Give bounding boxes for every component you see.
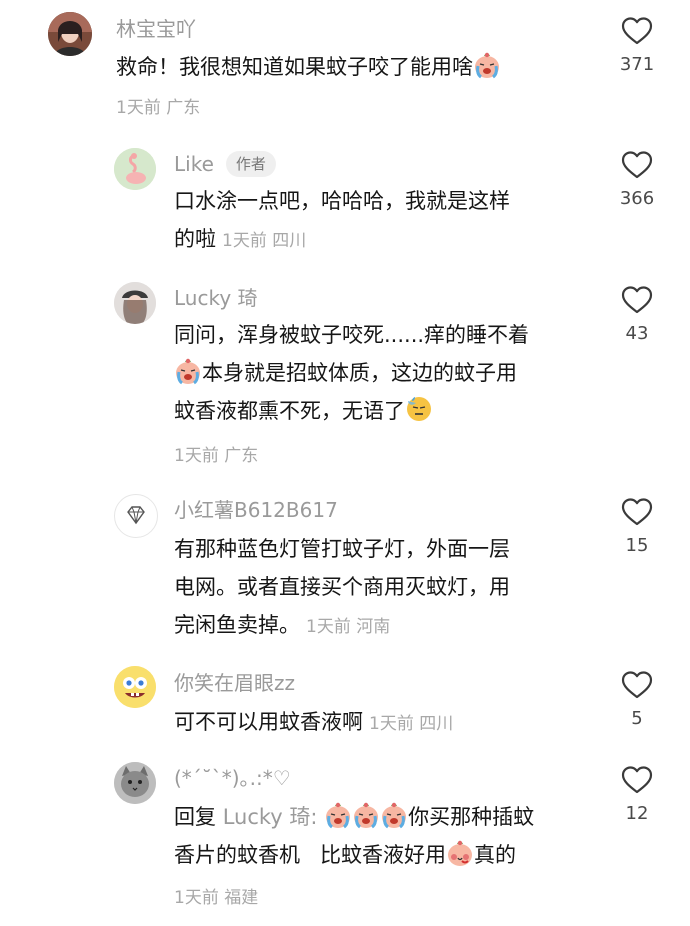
like-button[interactable]: 371 [612,16,662,76]
comment-text-line: 电网。或者直接买个商用灭蚊灯，用 [174,575,510,599]
crying-emoji-icon [473,51,501,79]
comment-text-content: 本身就是招蚊体质，这边的蚊子用 [202,361,517,385]
comment-text-content: 的啦 [174,227,216,251]
comment-text-line: 有那种蓝色灯管打蚊子灯，外面一层 [174,537,510,561]
crying-emoji-icon [352,801,380,829]
comment-text-line: 完闲鱼卖掉。 1天前 河南 [174,606,604,646]
comment-username[interactable]: 你笑在眉眼zz [174,670,295,696]
comment-text: 回复 Lucky 琦: 你买那种插蚊 香片的蚊香机 比蚊香液好用 真的 [174,798,614,874]
comment-text-line: 回复 Lucky 琦: 你买那种插蚊 [174,798,614,836]
comment-username[interactable]: 林宝宝吖 [116,16,196,42]
comment-text: 同问，浑身被蚊子咬死......痒的睡不着 本身就是招蚊体质，这边的蚊子用 蚊香… [174,316,614,430]
comment-username[interactable]: Like 作者 [174,151,276,177]
girl-cap-avatar[interactable] [114,282,156,324]
comment-meta: 1天前 广东 [174,446,259,466]
comment-meta: 1天前 广东 [116,98,201,118]
comment-text-content: 可不可以用蚊香液啊 [174,710,363,734]
sweat-emoji-icon [405,395,433,423]
comment-username[interactable]: (*ˊ˘ˋ*)｡.:*♡ [174,765,291,791]
comment-text-content: 救命！我很想知道如果蚊子咬了能用啥 [116,55,473,79]
comment-meta: 1天前 河南 [306,617,391,637]
like-count: 5 [631,708,643,729]
diamond-avatar[interactable] [114,494,158,538]
heart-icon[interactable] [620,670,654,700]
like-count: 15 [625,535,649,556]
comment-text-content: 你买那种插蚊 [408,805,535,829]
comment-text-content: 真的 [474,843,517,867]
heart-icon[interactable] [620,765,654,795]
like-button[interactable]: 43 [612,285,662,345]
comment-text-content: 香片的蚊香机 比蚊香液好用 [174,843,447,867]
heart-icon[interactable] [620,16,654,46]
author-badge: 作者 [225,151,276,177]
crying-emoji-icon [380,801,408,829]
comment-text-content: 完闲鱼卖掉。 [174,613,300,637]
user-photo-avatar[interactable] [48,12,92,56]
like-button[interactable]: 15 [612,497,662,557]
like-count: 366 [619,188,655,209]
heart-icon[interactable] [620,497,654,527]
cat-avatar[interactable] [114,762,156,804]
like-button[interactable]: 12 [612,765,662,825]
like-count: 43 [625,323,649,344]
crying-emoji-icon [324,801,352,829]
comment-text-line: 口水涂一点吧，哈哈哈，我就是这样 [174,189,510,213]
comment-text: 可不可以用蚊香液啊 1天前 四川 [174,703,604,743]
comment-text-line: 的啦 1天前 四川 [174,220,604,260]
comment-text-line: 同问，浑身被蚊子咬死......痒的睡不着 [174,323,530,347]
flamingo-avatar[interactable] [114,148,156,190]
comment-meta: 1天前 福建 [174,888,259,908]
comment-username[interactable]: Lucky 琦 [174,285,258,311]
comment-text-line: 香片的蚊香机 比蚊香液好用 真的 [174,836,614,874]
spongebob-avatar[interactable] [114,666,156,708]
like-button[interactable]: 366 [612,150,662,210]
comment-meta: 1天前 四川 [369,714,454,734]
comment-text: 救命！我很想知道如果蚊子咬了能用啥 [116,48,546,86]
like-button[interactable]: 5 [612,670,662,730]
comment-text-line: 蚊香液都熏不死，无语了 [174,392,614,430]
shy-emoji-icon [446,839,474,867]
comment-text-content: 蚊香液都熏不死，无语了 [174,399,405,423]
like-count: 371 [619,54,655,75]
heart-icon[interactable] [620,285,654,315]
heart-icon[interactable] [620,150,654,180]
like-count: 12 [625,803,649,824]
comment-text: 口水涂一点吧，哈哈哈，我就是这样 的啦 1天前 四川 [174,182,604,260]
comment-meta: 1天前 四川 [222,231,307,251]
comment-text: 有那种蓝色灯管打蚊子灯，外面一层 电网。或者直接买个商用灭蚊灯，用 完闲鱼卖掉。… [174,530,604,646]
crying-emoji-icon [174,357,202,385]
reply-prefix: 回复 [174,805,216,829]
username-text[interactable]: Like [174,152,214,176]
comment-username[interactable]: 小红薯B612B617 [174,497,338,523]
comment-text-line: 本身就是招蚊体质，这边的蚊子用 [174,354,614,392]
reply-target-username[interactable]: Lucky 琦: [223,805,318,829]
